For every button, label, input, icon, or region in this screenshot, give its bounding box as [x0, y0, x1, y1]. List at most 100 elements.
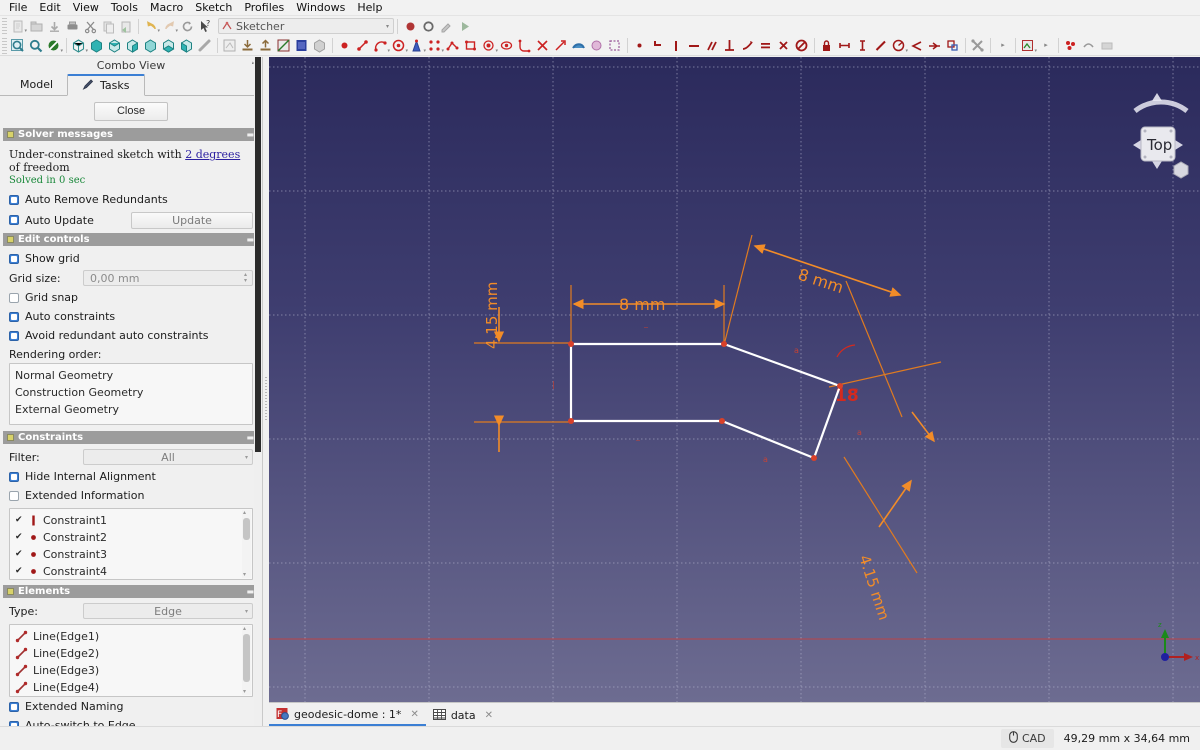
leave-sketch-icon[interactable] — [257, 37, 275, 55]
auto-remove-redundants-row[interactable]: Auto Remove Redundants — [9, 190, 253, 209]
right-view-icon[interactable] — [124, 37, 142, 55]
menu-item-sketch[interactable]: Sketch — [189, 0, 238, 16]
constrain-symmetric-icon[interactable] — [775, 37, 793, 55]
axonometric-icon[interactable]: ▾ — [70, 37, 88, 55]
extended-naming-row[interactable]: Extended Naming — [9, 697, 253, 716]
menu-item-windows[interactable]: Windows — [290, 0, 351, 16]
rectangle-icon[interactable] — [462, 37, 480, 55]
list-item[interactable]: Construction Geometry — [10, 384, 252, 401]
rendering-order-list[interactable]: Normal Geometry Construction Geometry Ex… — [9, 363, 253, 425]
ellipse-icon[interactable] — [498, 37, 516, 55]
section-header-constraints[interactable]: Constraints ▬ — [3, 431, 259, 444]
circle-icon[interactable]: ▾ — [390, 37, 408, 55]
cad-navigation-badge[interactable]: CAD — [1000, 729, 1054, 748]
draw-style-icon[interactable]: ▾ — [45, 37, 63, 55]
undo-icon[interactable]: ▾ — [142, 17, 160, 35]
scroll-up-icon[interactable]: ▴ — [243, 510, 246, 516]
select-origin-icon[interactable]: ▸ — [1037, 37, 1055, 55]
grid-size-input[interactable]: 0,00 mm ▴ ▾ — [83, 270, 253, 286]
degrees-of-freedom-link[interactable]: 2 degrees — [185, 148, 240, 161]
dimension-4-15-upper[interactable]: 4.15 mm — [483, 282, 505, 452]
save-icon[interactable] — [45, 17, 63, 35]
external-geo-icon[interactable] — [570, 37, 588, 55]
view-section-icon[interactable] — [275, 37, 293, 55]
list-item[interactable]: ✔ Constraint4 — [10, 563, 252, 579]
menu-item-view[interactable]: View — [67, 0, 105, 16]
auto-constraints-row[interactable]: Auto constraints — [9, 307, 253, 326]
tab-tasks[interactable]: Tasks — [67, 74, 145, 96]
checkmark-icon[interactable]: ✔ — [15, 513, 24, 528]
list-item[interactable]: Line(Edge5) — [10, 696, 252, 697]
constraint-filter-select[interactable]: All ▾ — [83, 449, 253, 465]
section-header-solver-messages[interactable]: Solver messages ▬ — [3, 128, 259, 141]
checkmark-icon[interactable]: ✔ — [15, 530, 24, 545]
menu-item-profiles[interactable]: Profiles — [238, 0, 290, 16]
element-type-select[interactable]: Edge ▾ — [83, 603, 253, 619]
macro-edit-icon[interactable] — [437, 17, 455, 35]
toolbar-grip-2[interactable] — [2, 37, 7, 54]
list-item[interactable]: Line(Edge1) — [10, 628, 252, 645]
menu-item-file[interactable]: File — [3, 0, 33, 16]
elements-scrollbar[interactable]: ▴ ▾ — [242, 626, 251, 695]
top-view-icon[interactable] — [106, 37, 124, 55]
fit-selection-icon[interactable] — [27, 37, 45, 55]
left-view-icon[interactable] — [178, 37, 196, 55]
open-icon[interactable] — [27, 17, 45, 35]
combo-view-scrollbar[interactable] — [254, 57, 262, 750]
bspline-icon[interactable]: ▾ — [426, 37, 444, 55]
list-item[interactable]: External Geometry — [10, 401, 252, 418]
list-item[interactable]: Line(Edge4) — [10, 679, 252, 696]
list-item[interactable]: ✔ Constraint3 — [10, 546, 252, 563]
toggle-driving-icon[interactable] — [969, 37, 987, 55]
grid-size-stepper[interactable]: ▴ ▾ — [241, 271, 250, 285]
close-button[interactable]: Close — [93, 102, 169, 121]
constrain-snell-icon[interactable] — [926, 37, 944, 55]
dimension-8mm-top[interactable]: 8 mm — [572, 295, 726, 314]
checkmark-icon[interactable]: ✔ — [15, 547, 24, 562]
cut-icon[interactable] — [81, 17, 99, 35]
toggle-construction-icon[interactable] — [606, 37, 624, 55]
extend-icon[interactable] — [552, 37, 570, 55]
visual-sketch-icon[interactable]: ▾ — [1019, 37, 1037, 55]
constrain-tangent-icon[interactable] — [739, 37, 757, 55]
extended-information-checkbox[interactable] — [9, 490, 19, 501]
edit-sketch-icon[interactable] — [239, 37, 257, 55]
update-button[interactable]: Update — [131, 211, 253, 229]
sketch-canvas[interactable]: 4.15 mm 8 mm 8 mm 18 ° 4.15 mm ⎯ | ⎯ a a… — [269, 57, 1200, 702]
close-icon[interactable]: ✕ — [410, 709, 418, 720]
tab-model[interactable]: Model — [6, 73, 67, 95]
polyline-icon[interactable] — [444, 37, 462, 55]
doc-tab-data[interactable]: data ✕ — [426, 705, 500, 726]
collapse-icon[interactable]: ▬ — [246, 130, 254, 139]
constraints-scrollbar[interactable]: ▴ ▾ — [242, 510, 251, 578]
select-elements-icon[interactable]: ▸ — [994, 37, 1012, 55]
constrain-distance-y-icon[interactable] — [854, 37, 872, 55]
doc-tab-geodesic-dome[interactable]: F geodesic-dome : 1* ✕ — [269, 705, 426, 726]
workbench-selector[interactable]: Sketcher ▾ — [218, 18, 394, 34]
close-icon-2[interactable]: ✕ — [485, 710, 493, 721]
hide-internal-alignment-row[interactable]: Hide Internal Alignment — [9, 467, 253, 486]
validate-sketch-icon[interactable] — [311, 37, 329, 55]
grid-snap-checkbox[interactable] — [9, 292, 19, 303]
constrain-block-icon[interactable] — [793, 37, 811, 55]
extended-information-row[interactable]: Extended Information — [9, 486, 253, 505]
navigation-cube[interactable]: Top — [1133, 93, 1189, 179]
scroll-up-icon-2[interactable]: ▴ — [243, 626, 246, 632]
scrollbar-thumb[interactable] — [243, 518, 250, 540]
slot-icon[interactable]: ▾ — [480, 37, 498, 55]
constrain-vertical-icon[interactable] — [667, 37, 685, 55]
sketch-vertices[interactable] — [568, 341, 843, 461]
macro-record-icon[interactable] — [401, 17, 419, 35]
constrain-horizontal-icon[interactable] — [685, 37, 703, 55]
scroll-down-icon[interactable]: ▾ — [243, 572, 246, 578]
fillet-icon[interactable] — [516, 37, 534, 55]
3d-viewport[interactable]: 4.15 mm 8 mm 8 mm 18 ° 4.15 mm ⎯ | ⎯ a a… — [269, 57, 1200, 702]
auto-update-checkbox[interactable] — [9, 215, 19, 225]
collapse-icon-2[interactable]: ▬ — [246, 235, 254, 244]
line-icon[interactable] — [354, 37, 372, 55]
combo-view-scrollbar-thumb[interactable] — [255, 57, 261, 452]
show-grid-row[interactable]: Show grid — [9, 249, 253, 268]
section-header-elements[interactable]: Elements ▬ — [3, 585, 259, 598]
grid-snap-row[interactable]: Grid snap — [9, 288, 253, 307]
list-item[interactable]: ✔ Constraint1 — [10, 512, 252, 529]
